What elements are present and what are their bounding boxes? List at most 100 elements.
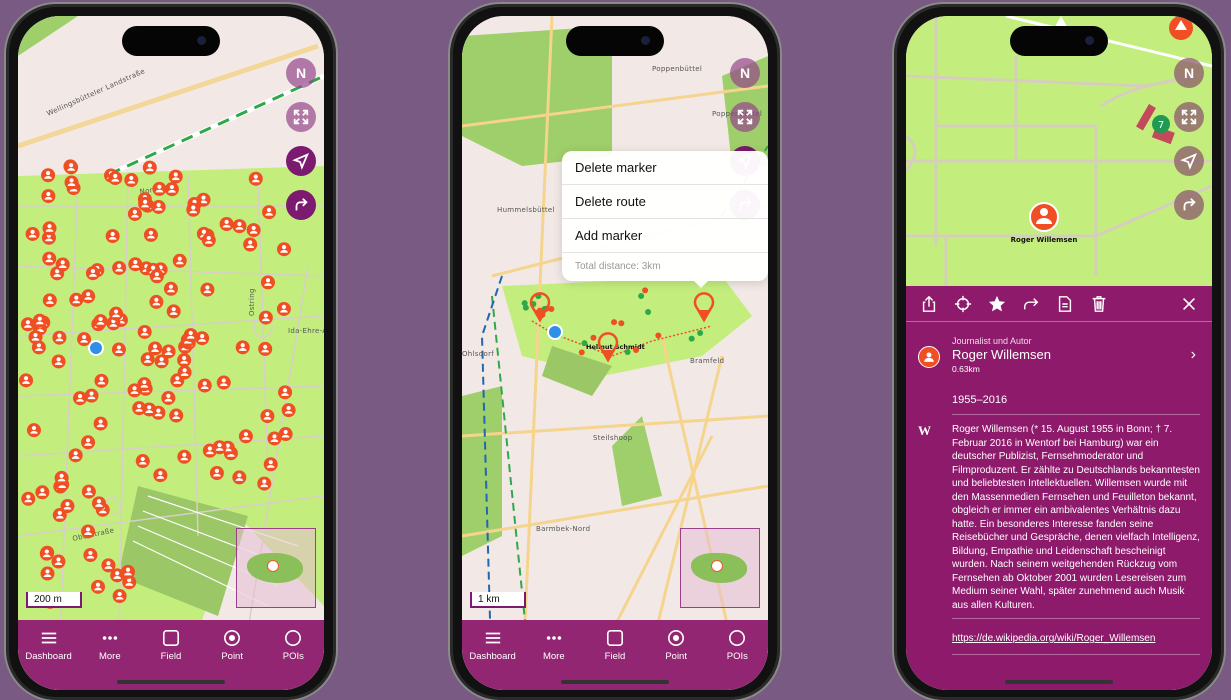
locate-button[interactable] (1174, 146, 1204, 176)
poi-marker (64, 175, 79, 190)
compass-north-icon: N (739, 65, 751, 81)
svg-text:Ohlsdorf: Ohlsdorf (462, 350, 494, 358)
chevron-right-icon[interactable]: › (1191, 346, 1196, 364)
favorite-button[interactable] (986, 293, 1008, 315)
poi-marker (611, 319, 618, 326)
square-field-icon (605, 628, 625, 648)
detail-toolbar (906, 286, 1212, 322)
tab-label: Dashboard (469, 651, 516, 662)
screen-map-cemetery: Wellingsbütteler Landstraße Nordring Ost… (18, 16, 324, 690)
document-icon (1058, 295, 1072, 312)
poi-header-row[interactable]: Journalist und Autor Roger Willemsen 0.6… (906, 322, 1212, 374)
tab-pois[interactable]: POIs (263, 628, 323, 690)
poi-marker (64, 160, 79, 175)
poi-marker (20, 317, 35, 332)
poi-marker (633, 346, 640, 353)
menu-lines-icon (39, 628, 59, 648)
wikipedia-link-row: https://de.wikipedia.org/wiki/Roger_Will… (952, 618, 1200, 655)
overview-minimap[interactable] (236, 528, 316, 608)
poi-marker (257, 476, 272, 491)
poi-marker (281, 403, 296, 418)
poi-marker (645, 308, 652, 315)
poi-marker (35, 485, 50, 500)
poi-distance: 0.63km (952, 364, 980, 374)
share-icon (922, 295, 936, 312)
poi-marker (153, 468, 168, 483)
poi-marker (618, 320, 625, 327)
compass-button[interactable]: N (1174, 58, 1204, 88)
fullscreen-button[interactable] (730, 102, 760, 132)
tab-label: POIs (282, 651, 304, 662)
poi-marker (235, 340, 250, 355)
poi-marker (93, 314, 108, 329)
fullscreen-button[interactable] (1174, 102, 1204, 132)
center-button[interactable] (952, 293, 974, 315)
poi-marker (278, 427, 293, 442)
locate-button[interactable] (286, 146, 316, 176)
point-target-icon (222, 628, 242, 648)
home-indicator (561, 680, 669, 684)
map-controls: N (1174, 58, 1204, 234)
phone-frame-3: 7 Roger Willemsen N Journalist und Autor… (892, 2, 1226, 700)
tab-dashboard[interactable]: Dashboard (19, 628, 79, 690)
poi-marker (688, 335, 695, 342)
add-marker-item[interactable]: Add marker (562, 219, 768, 253)
close-button[interactable] (1178, 293, 1200, 315)
poi-marker (148, 341, 163, 356)
tab-pois[interactable]: POIs (707, 628, 767, 690)
poi-marker (81, 484, 96, 499)
poi-marker (94, 373, 109, 388)
tab-label: Field (604, 651, 626, 662)
poi-marker (108, 171, 123, 186)
poi-marker (590, 334, 597, 341)
poi-marker (258, 310, 273, 325)
poi-marker (40, 566, 55, 581)
poi-marker (232, 219, 247, 234)
poi-marker (127, 206, 142, 221)
share-button[interactable] (918, 293, 940, 315)
poi-marker (277, 242, 292, 257)
compass-button[interactable]: N (730, 58, 760, 88)
fullscreen-icon (737, 109, 753, 125)
overview-minimap[interactable] (680, 528, 760, 608)
phone-frame-2: Poppenbüttel Poppenbüttel Hummelsbüttel … (448, 2, 782, 700)
home-indicator (1005, 680, 1113, 684)
poi-marker (177, 365, 192, 380)
wikipedia-section: W Roger Willemsen (* 15. August 1955 in … (906, 415, 1212, 618)
poi-marker (109, 306, 124, 321)
poi-marker (642, 287, 649, 294)
locate-arrow-icon (1180, 152, 1198, 170)
close-icon (1183, 297, 1195, 310)
poi-marker (263, 457, 278, 472)
poi-marker (68, 448, 83, 463)
fullscreen-button[interactable] (286, 102, 316, 132)
tab-label: More (98, 651, 121, 662)
poi-marker (258, 341, 273, 356)
wikipedia-summary: Roger Willemsen (* 15. August 1955 in Bo… (952, 424, 1200, 611)
home-indicator (117, 680, 225, 684)
route-button[interactable] (1174, 190, 1204, 220)
poi-marker (638, 293, 645, 300)
forward-icon (1023, 297, 1039, 309)
delete-route-item[interactable]: Delete route (562, 185, 768, 219)
route-button[interactable] (286, 190, 316, 220)
dynamic-island (122, 26, 220, 56)
tab-dashboard[interactable]: Dashboard (463, 628, 523, 690)
poi-marker (166, 304, 181, 319)
compass-button[interactable]: N (286, 58, 316, 88)
poi-marker (84, 388, 99, 403)
delete-marker-item[interactable]: Delete marker (562, 151, 768, 185)
delete-button[interactable] (1088, 293, 1110, 315)
total-distance: Total distance: 3km (575, 261, 661, 272)
navigate-button[interactable] (1020, 293, 1042, 315)
more-dots-icon (544, 628, 564, 648)
poi-marker (260, 275, 275, 290)
wikipedia-link[interactable]: https://de.wikipedia.org/wiki/Roger_Will… (952, 633, 1155, 644)
person-icon (918, 346, 940, 368)
notes-button[interactable] (1054, 293, 1076, 315)
tab-label: Dashboard (25, 651, 72, 662)
poi-marker (41, 189, 56, 204)
poi-marker (243, 237, 258, 252)
svg-text:Bramfeld: Bramfeld (690, 357, 724, 365)
poi-years: 1955–2016 (952, 394, 1200, 415)
